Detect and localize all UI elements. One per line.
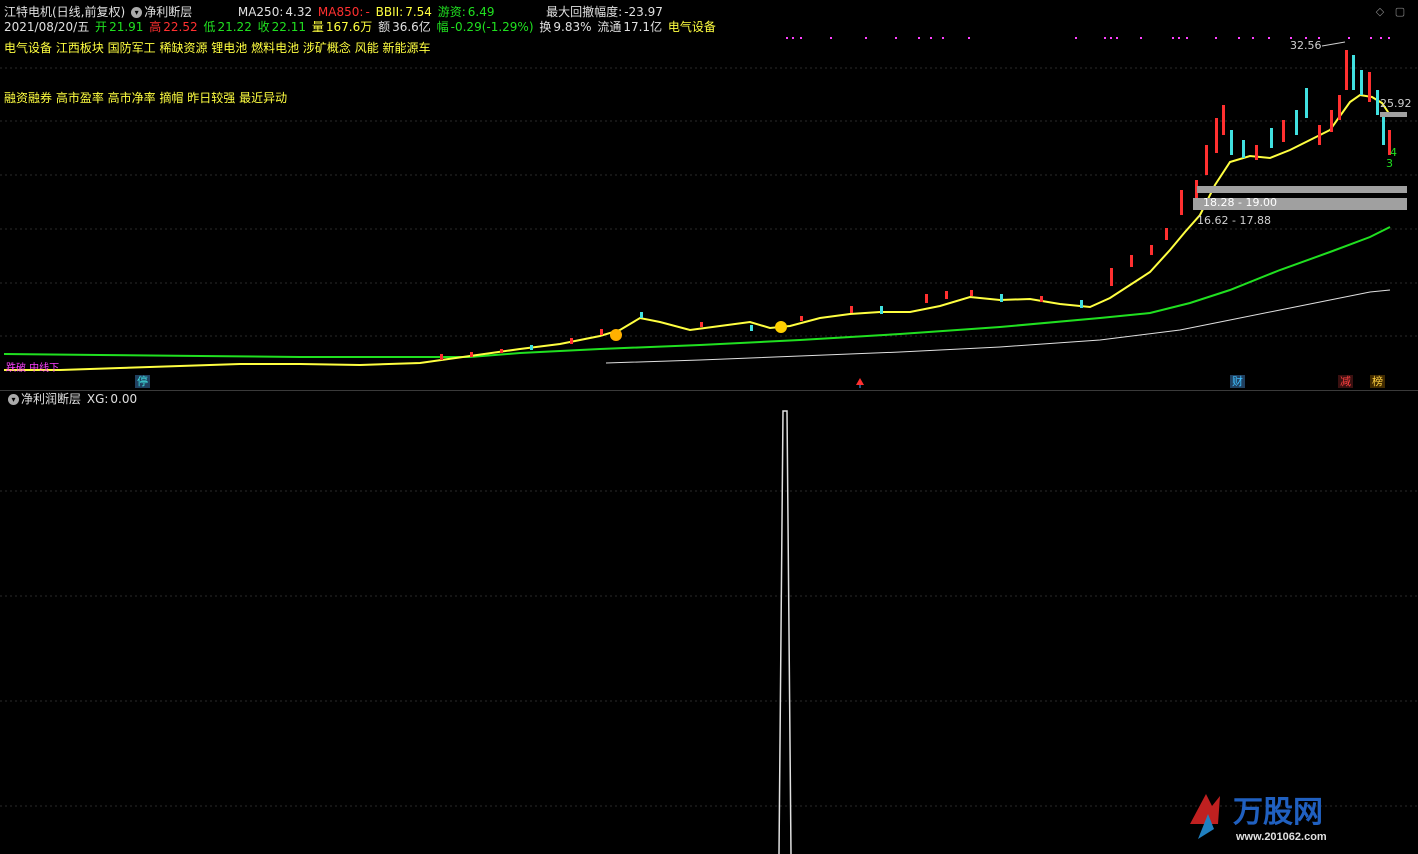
float-value: 17.1亿 [623, 20, 663, 34]
low-label: 低 [203, 20, 216, 34]
right-price-bar [1380, 112, 1407, 117]
low-value: 21.22 [217, 20, 252, 34]
stock-title[interactable]: 江特电机(日线,前复权) [4, 5, 125, 19]
amount-label: 额 [378, 20, 391, 34]
bbii-label: BBII: [375, 5, 404, 19]
stop-tag[interactable]: 停 [135, 375, 150, 388]
youzi-label: 游资: [437, 5, 466, 19]
zone1-label: 18.28 - 19.00 [1203, 196, 1277, 209]
drawdown-value: -23.97 [624, 5, 663, 19]
price-chart-panel[interactable]: 江特电机(日线,前复权) ▾ 净利断层 MA250: 4.32 MA850: - BBI… [0, 0, 1418, 390]
quote-row: 2021/08/20/五 开 21.91 高 22.52 低 21.22 收 22.11… [4, 20, 718, 34]
count-b-label: 3 [1386, 157, 1393, 170]
amount-value: 36.6亿 [392, 20, 431, 34]
indicator-header: ▾ 净利润断层 XG: 0.00 [4, 392, 139, 406]
high-label: 高 [149, 20, 162, 34]
finance-tag[interactable]: 财 [1230, 375, 1245, 388]
turnover-value: 9.83% [553, 20, 592, 34]
logo-graphic: 万股网 www.201062.com [1190, 794, 1327, 843]
peak-price-label: 32.56 [1290, 39, 1322, 52]
sub-indicator-name[interactable]: 净利润断层 [21, 392, 81, 406]
price-chart-canvas[interactable] [0, 0, 1418, 390]
bbii-value: 7.54 [405, 5, 432, 19]
xg-signal-line [778, 410, 792, 854]
drawdown-label: 最大回撤幅度: [546, 5, 623, 19]
zone2-label: 16.62 - 17.88 [1197, 214, 1271, 227]
high-value: 22.52 [163, 20, 198, 34]
volume-label: 量 [311, 20, 324, 34]
indicator-panel[interactable]: ▾ 净利润断层 XG: 0.00 万股网 www.201062.com [0, 390, 1418, 854]
maximize-icon[interactable]: ▢ [1394, 6, 1406, 18]
ma250-value: 4.32 [285, 5, 313, 19]
signal-marker-1 [610, 329, 622, 341]
header-row: 江特电机(日线,前复权) ▾ 净利断层 MA250: 4.32 MA850: - BBI… [4, 5, 665, 19]
concepts-line-1: 电气设备 江西板块 国防军工 稀缺资源 锂电池 燃料电池 涉矿概念 风能 新能源… [4, 41, 431, 55]
right-price-label: 25.92 [1380, 97, 1412, 110]
logo-arrow-icon [1190, 794, 1220, 824]
sector-label[interactable]: 电气设备 [668, 20, 716, 34]
close-value: 22.11 [271, 20, 307, 34]
signal-marker-2 [775, 321, 787, 333]
brand-logo: 万股网 www.201062.com [1178, 784, 1388, 846]
logo-url: www.201062.com [1235, 831, 1327, 843]
open-value: 21.91 [109, 20, 144, 34]
open-label: 开 [95, 20, 108, 34]
dropdown-icon[interactable]: ▾ [8, 394, 19, 405]
xg-value: 0.00 [110, 392, 138, 406]
ma250-label: MA250: [237, 5, 284, 19]
float-label: 流通 [597, 20, 622, 34]
concepts-line-2: 融资融券 高市盈率 高市净率 摘帽 昨日较强 最近异动 [4, 91, 288, 105]
xg-label: XG: [86, 392, 109, 406]
left-marks: 跌破 中线下 [6, 363, 60, 374]
quote-date: 2021/08/20/五 [4, 20, 90, 34]
ma-yellow-line [4, 93, 1391, 371]
dropdown-icon[interactable]: ▾ [131, 7, 143, 18]
indicator-name[interactable]: 净利断层 [144, 5, 192, 19]
volume-value: 167.6万 [325, 20, 373, 34]
ma850-value: - [365, 5, 370, 19]
youzi-value: 6.49 [467, 5, 495, 19]
zone-bar-upper [1197, 186, 1407, 193]
ma850-label: MA850: [317, 5, 364, 19]
reduce-tag[interactable]: 减 [1338, 375, 1353, 388]
close-label: 收 [257, 20, 270, 34]
turnover-label: 换 [539, 20, 552, 34]
red-arrow-marker [856, 378, 864, 385]
ma-green-line [3, 226, 1391, 358]
peak-arrow [1321, 41, 1346, 47]
rank-tag[interactable]: 榜 [1370, 375, 1385, 388]
restore-icon[interactable]: ◇ [1374, 6, 1386, 18]
logo-brand: 万股网 [1233, 796, 1323, 829]
change-label: 幅 [436, 20, 449, 34]
change-value: -0.29(-1.29%) [450, 20, 534, 34]
